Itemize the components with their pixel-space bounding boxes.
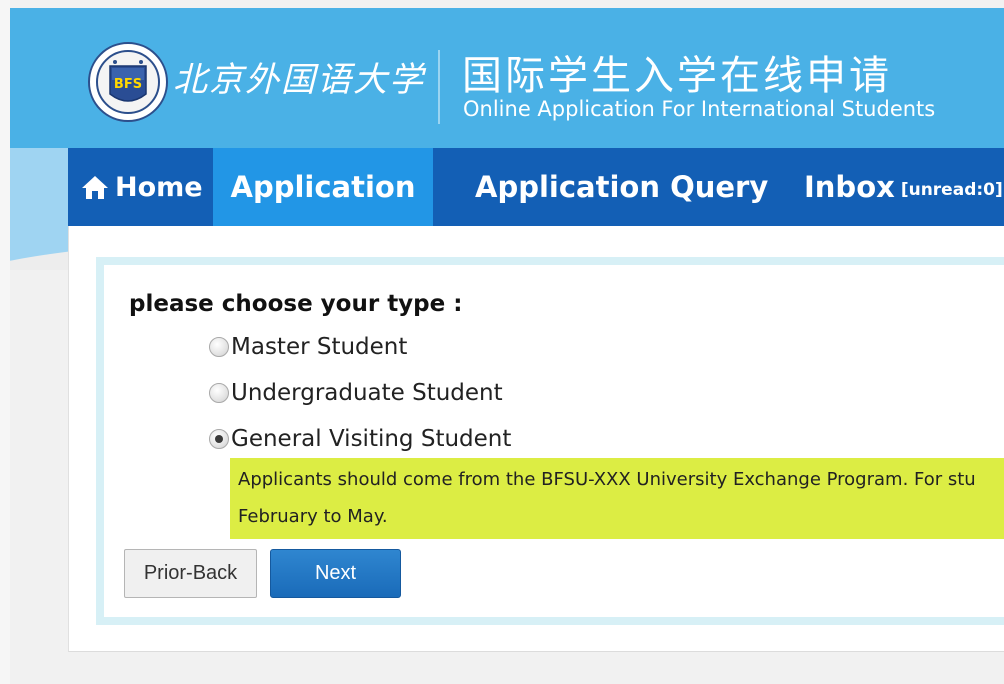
option-general-visiting-student[interactable]: General Visiting Student [209, 426, 511, 452]
option-label: Master Student [231, 334, 408, 360]
nav-home[interactable]: Home [68, 148, 212, 226]
radio-undergraduate-student[interactable] [209, 383, 229, 403]
notice-line-2: February to May. [238, 506, 388, 527]
nav-inbox-label: Inbox [804, 170, 895, 204]
next-button[interactable]: Next [270, 549, 401, 598]
nav-query-label: Application Query [475, 170, 769, 204]
logo-initials: BFS [114, 77, 142, 92]
option-master-student[interactable]: Master Student [209, 334, 407, 360]
prior-back-button[interactable]: Prior-Back [124, 549, 257, 598]
notice-line-1: Applicants should come from the BFSU-XXX… [238, 469, 976, 490]
site-title-english: Online Application For International Stu… [463, 97, 936, 121]
nav-application-query[interactable]: Application Query [475, 148, 768, 226]
option-label: General Visiting Student [231, 426, 512, 452]
main-navbar: Home Application Application Query Inbox… [68, 148, 1004, 226]
radio-general-visiting-student[interactable] [209, 429, 229, 449]
site-title-chinese: 国际学生入学在线申请 [462, 53, 892, 99]
program-notice: Applicants should come from the BFSU-XXX… [230, 458, 1004, 539]
nav-application-label: Application [230, 170, 416, 204]
header-divider [438, 50, 440, 124]
nav-home-label: Home [115, 171, 203, 203]
university-name: 北京外国语大学 [173, 60, 425, 100]
university-logo-icon: BFS [88, 42, 168, 122]
unread-count: [unread:0] [900, 180, 1003, 200]
left-margin [0, 0, 10, 684]
nav-application[interactable]: Application [213, 148, 433, 226]
option-label: Undergraduate Student [231, 380, 503, 406]
home-icon [82, 176, 108, 199]
option-undergraduate-student[interactable]: Undergraduate Student [209, 380, 503, 406]
type-prompt: please choose your type : [129, 291, 463, 317]
radio-master-student[interactable] [209, 337, 229, 357]
nav-inbox[interactable]: Inbox [unread:0] [804, 148, 1003, 226]
